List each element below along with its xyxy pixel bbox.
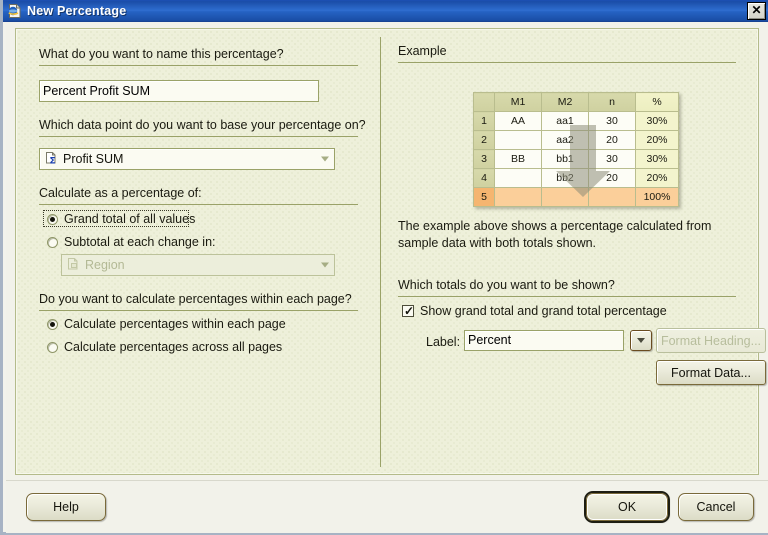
dialog-button-bar: Help OK Cancel (6, 480, 768, 533)
table-row-number: 5 (473, 187, 495, 207)
content-panel: What do you want to name this percentage… (15, 28, 766, 475)
table-cell: AA (494, 111, 542, 131)
title-bar: New Percentage ✕ (3, 0, 768, 22)
example-table: M1 M2 n% 1 AA aa1 30 30% 2 aa2 20 20% 3 BB bb1 30 30% 4 bb… (473, 92, 679, 207)
example-description-line2: sample data with both totals shown. (398, 236, 597, 250)
table-row-number: 3 (473, 149, 495, 169)
table-row: 4 bb2 20 20% (473, 168, 679, 188)
format-heading-button: Format Heading... (656, 328, 766, 353)
table-cell: 20 (588, 168, 636, 188)
table-cell: 30% (635, 149, 679, 169)
table-cell: 30 (588, 149, 636, 169)
table-cell: 20% (635, 130, 679, 150)
dialog-window: New Percentage ✕ What do you want to nam… (0, 0, 768, 535)
ok-button[interactable]: OK (586, 493, 668, 521)
format-data-button[interactable]: Format Data... (656, 360, 766, 385)
table-cell: 100% (635, 187, 679, 207)
table-column-header: n (588, 92, 636, 112)
dialog-client-area: What do you want to name this percentage… (6, 22, 768, 533)
table-row: 3 BB bb1 30 30% (473, 149, 679, 169)
close-button[interactable]: ✕ (747, 2, 766, 20)
table-row-number: 4 (473, 168, 495, 188)
show-grand-total-check-indicator: ✓ (402, 304, 415, 318)
cancel-button[interactable]: Cancel (678, 493, 754, 521)
table-cell (494, 187, 542, 207)
example-table-wrap: M1 M2 n% 1 AA aa1 30 30% 2 aa2 20 20% 3 BB bb1 30 30% 4 bb… (16, 29, 758, 474)
table-cell: 20 (588, 130, 636, 150)
table-cell (494, 130, 542, 150)
label-dropdown-button[interactable] (630, 330, 652, 351)
table-column-header: M2 (541, 92, 589, 112)
label-caption: Label: (426, 335, 461, 349)
table-row-number: 1 (473, 111, 495, 131)
chevron-down-icon (637, 338, 645, 343)
table-row-number: 2 (473, 130, 495, 150)
table-cell: 30% (635, 111, 679, 131)
table-row: 1 AA aa1 30 30% (473, 111, 679, 131)
table-cell (588, 187, 636, 207)
table-cell: bb1 (541, 149, 589, 169)
table-cell (541, 187, 589, 207)
show-grand-total-label: Show grand total and grand total percent… (420, 304, 667, 318)
table-cell: bb2 (541, 168, 589, 188)
window-icon (7, 3, 23, 19)
window-title: New Percentage (27, 4, 127, 18)
table-column-header: % (635, 92, 679, 112)
table-row: 5 100% (473, 187, 679, 207)
example-description-line1: The example above shows a percentage cal… (398, 219, 712, 233)
close-icon: ✕ (751, 3, 762, 17)
table-cell: BB (494, 149, 542, 169)
totals-question-label: Which totals do you want to be shown? (398, 278, 615, 292)
checkmark-icon: ✓ (404, 304, 415, 318)
table-cell: 30 (588, 111, 636, 131)
totals-question-rule (398, 296, 736, 297)
help-button[interactable]: Help (26, 493, 106, 521)
table-cell: aa2 (541, 130, 589, 150)
table-row: 2 aa2 20 20% (473, 130, 679, 150)
table-cell (494, 168, 542, 188)
label-input-value: Percent (468, 333, 512, 348)
table-cell: 20% (635, 168, 679, 188)
table-column-header: M1 (494, 92, 542, 112)
label-input[interactable]: Percent (464, 330, 624, 351)
table-corner-header (473, 92, 495, 112)
table-cell: aa1 (541, 111, 589, 131)
show-grand-total-checkbox[interactable]: ✓ Show grand total and grand total perce… (402, 304, 667, 318)
